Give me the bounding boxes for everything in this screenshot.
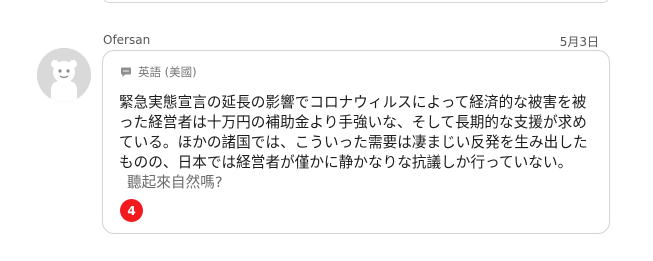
language-label: 英語 (美國) (138, 65, 197, 79)
language-tag: 英語 (美國) (120, 64, 197, 80)
post-username[interactable]: Ofersan (103, 33, 150, 47)
previous-post-card (102, 0, 610, 3)
speech-bubble-icon (121, 67, 131, 77)
user-avatar[interactable] (37, 48, 91, 102)
sounds-natural-link[interactable]: 聽起來自然嗎? (127, 174, 223, 191)
post-body-text: 緊急実態宣言の延長の影響でコロナウィルスによって経済的な被害を被った経営者は十万… (119, 94, 588, 171)
post-thread: Ofersan 5月3日 英語 (美國) 緊急実態宣言の延長の影響でコロナウィル… (0, 0, 653, 261)
post-body: 緊急実態宣言の延長の影響でコロナウィルスによって経済的な被害を被った経営者は十万… (119, 93, 593, 193)
default-avatar-icon (37, 48, 91, 102)
post-date: 5月3日 (559, 35, 599, 49)
correction-count-badge[interactable]: 4 (120, 199, 143, 222)
post-card: 英語 (美國) 緊急実態宣言の延長の影響でコロナウィルスによって経済的な被害を被… (102, 50, 610, 234)
